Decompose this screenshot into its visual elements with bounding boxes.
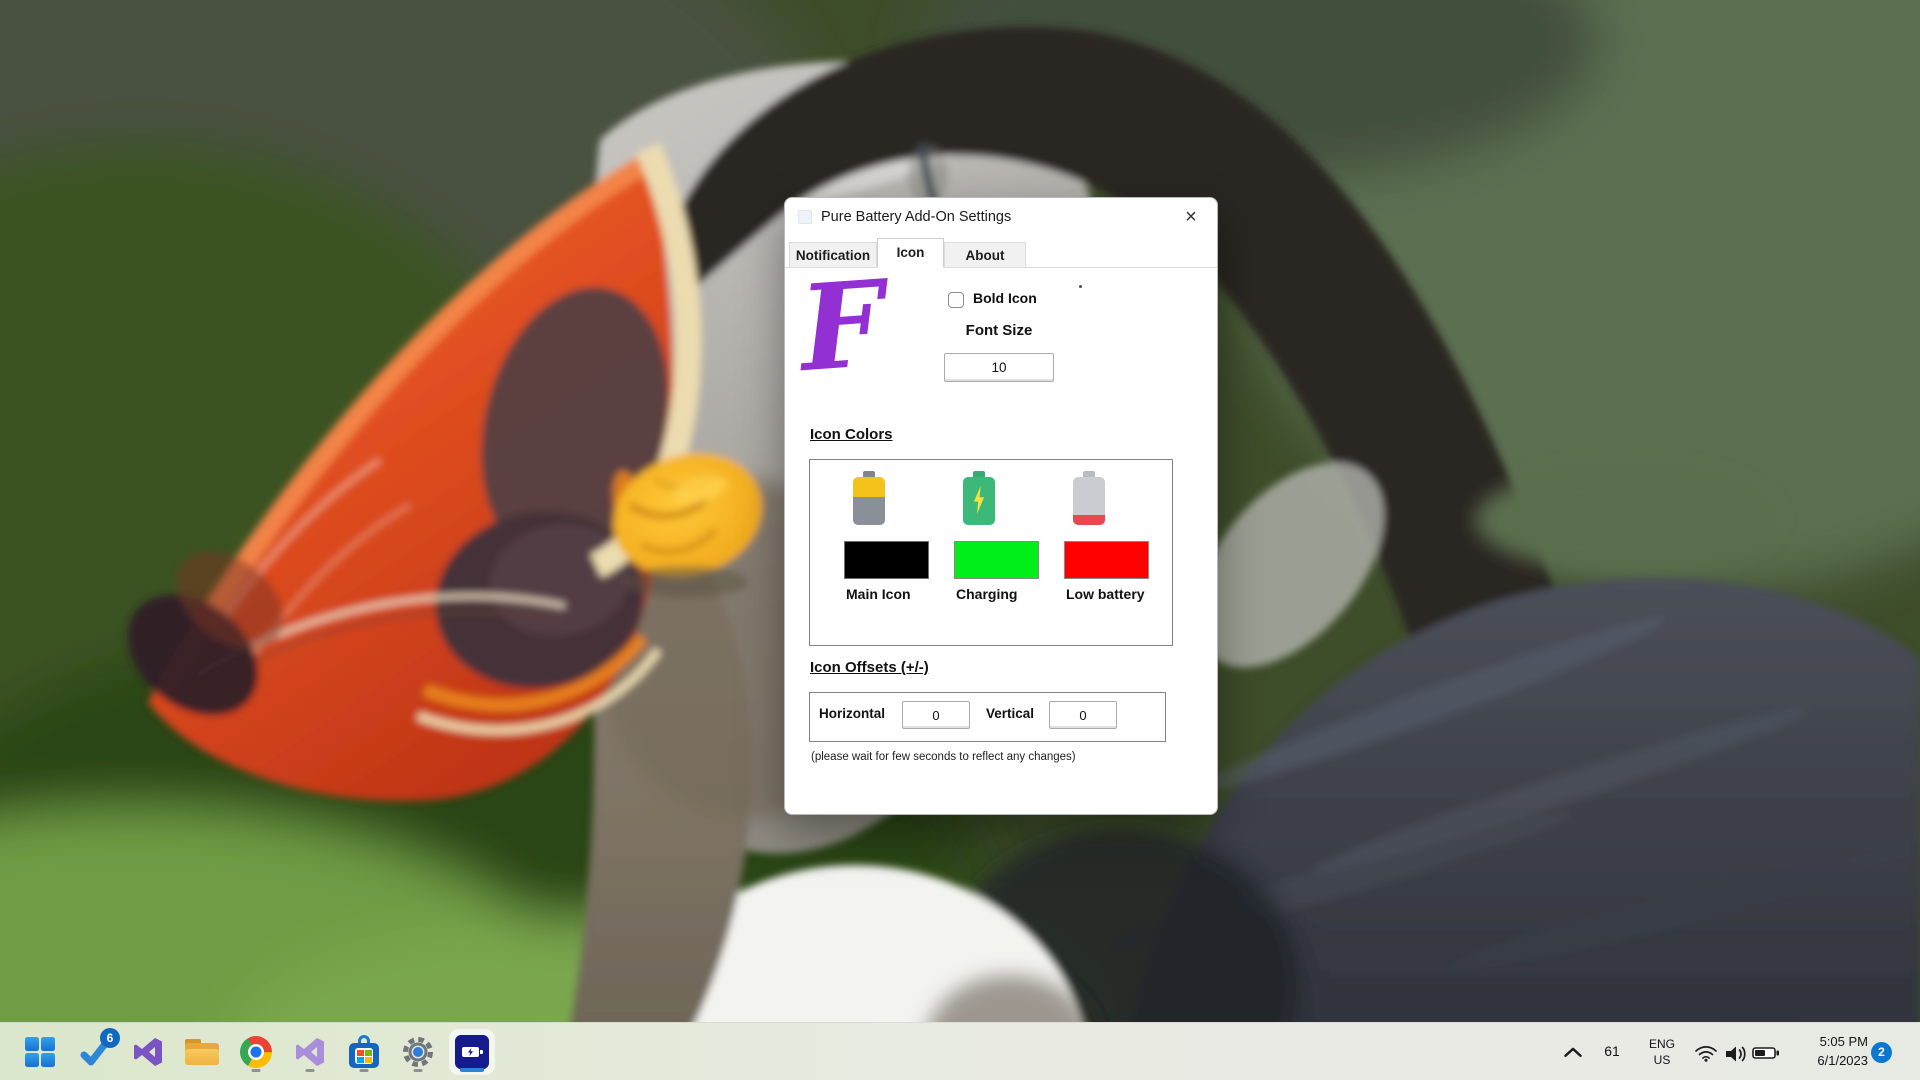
speaker-icon[interactable] xyxy=(1724,1044,1750,1064)
battery-percent-tray-icon[interactable]: 61 xyxy=(1595,1043,1629,1059)
charging-color-swatch[interactable] xyxy=(954,541,1039,579)
icon-offsets-heading: Icon Offsets (+/-) xyxy=(810,659,929,676)
charging-label: Charging xyxy=(956,586,1017,602)
desktop: Pure Battery Add-On Settings × Notificat… xyxy=(0,0,1920,1080)
low-battery-color-swatch[interactable] xyxy=(1064,541,1149,579)
window-title: Pure Battery Add-On Settings xyxy=(821,198,1011,236)
icon-preview: F xyxy=(796,256,926,414)
taskbar-item-file-explorer[interactable] xyxy=(180,1030,224,1074)
clock-time: 5:05 PM xyxy=(1780,1032,1868,1051)
taskbar-item-visual-studio[interactable] xyxy=(126,1030,170,1074)
main-icon-color-swatch[interactable] xyxy=(844,541,929,579)
taskbar-item-todo-check[interactable]: 6 xyxy=(72,1030,116,1074)
wifi-icon[interactable] xyxy=(1694,1044,1718,1062)
taskbar-item-pure-battery-addon[interactable] xyxy=(450,1030,494,1074)
vertical-offset-input[interactable] xyxy=(1049,701,1117,729)
taskbar-item-microsoft-store[interactable] xyxy=(342,1030,386,1074)
horizontal-label: Horizontal xyxy=(819,706,885,721)
language-line2: US xyxy=(1640,1052,1684,1068)
taskbar: 6 xyxy=(0,1022,1920,1080)
microsoft-store-icon xyxy=(347,1035,381,1069)
visual-studio-icon xyxy=(132,1036,164,1068)
battery-status-icon[interactable] xyxy=(1752,1046,1780,1060)
icon-colors-heading: Icon Colors xyxy=(810,426,893,443)
taskbar-apps: 6 xyxy=(18,1023,494,1080)
running-indicator xyxy=(252,1069,261,1072)
language-indicator[interactable]: ENG US xyxy=(1640,1036,1684,1068)
visual-studio-preview-icon xyxy=(294,1036,326,1068)
running-indicator xyxy=(306,1069,315,1072)
clock[interactable]: 5:05 PM 6/1/2023 xyxy=(1780,1032,1868,1070)
bold-icon-checkbox[interactable] xyxy=(948,292,964,308)
notification-center-badge[interactable]: 2 xyxy=(1871,1042,1892,1063)
gear-icon xyxy=(401,1035,435,1069)
running-indicator xyxy=(414,1069,423,1072)
low-battery-label: Low battery xyxy=(1066,586,1145,602)
app-icon xyxy=(798,210,812,224)
start-button[interactable] xyxy=(18,1030,62,1074)
battery-charging-icon xyxy=(962,471,996,525)
taskbar-item-settings[interactable] xyxy=(396,1030,440,1074)
settings-window: Pure Battery Add-On Settings × Notificat… xyxy=(784,197,1218,815)
icon-offsets-group: Horizontal Vertical xyxy=(809,692,1166,742)
bold-icon-label: Bold Icon xyxy=(973,290,1037,306)
taskbar-item-chrome[interactable] xyxy=(234,1030,278,1074)
chrome-icon xyxy=(240,1036,272,1068)
active-indicator xyxy=(460,1068,484,1072)
titlebar[interactable]: Pure Battery Add-On Settings × xyxy=(785,198,1217,236)
battery-main-icon xyxy=(852,471,886,525)
windows-logo-icon xyxy=(25,1037,55,1067)
clock-date: 6/1/2023 xyxy=(1780,1051,1868,1070)
notification-badge: 6 xyxy=(100,1028,120,1048)
lightning-bolt-icon xyxy=(972,486,986,514)
running-indicator xyxy=(360,1069,369,1072)
main-icon-label: Main Icon xyxy=(846,586,911,602)
taskbar-item-visual-studio-preview[interactable] xyxy=(288,1030,332,1074)
stray-dot xyxy=(1079,285,1082,288)
settings-note: (please wait for few seconds to reflect … xyxy=(811,751,1076,763)
vertical-label: Vertical xyxy=(986,706,1034,721)
font-size-label: Font Size xyxy=(944,322,1054,339)
icon-colors-group: Main Icon Charging Low battery xyxy=(809,459,1173,646)
battery-low-icon xyxy=(1072,471,1106,525)
hidden-icons-chevron[interactable] xyxy=(1563,1044,1583,1060)
tab-icon[interactable]: Icon xyxy=(877,238,944,268)
font-size-input[interactable] xyxy=(944,353,1054,382)
system-tray: 61 ENG US 5:05 PM xyxy=(1540,1023,1920,1080)
language-line1: ENG xyxy=(1640,1036,1684,1052)
tab-about[interactable]: About xyxy=(944,242,1026,268)
close-button[interactable]: × xyxy=(1175,203,1207,231)
pure-battery-app-icon xyxy=(455,1035,489,1069)
folder-icon xyxy=(185,1037,219,1067)
horizontal-offset-input[interactable] xyxy=(902,701,970,729)
